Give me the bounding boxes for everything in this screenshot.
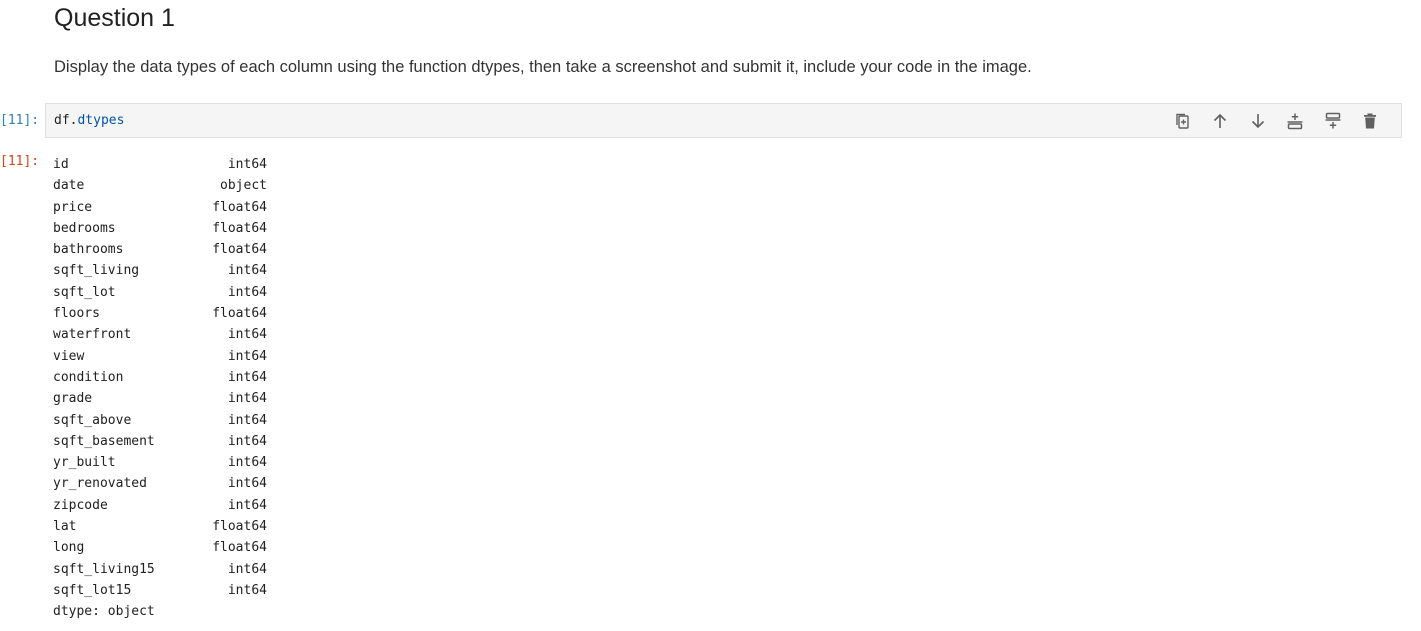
- code-cell-input[interactable]: df.dtypes: [45, 103, 1402, 138]
- column-dtype: int64: [227, 476, 267, 492]
- duplicate-icon: [1176, 113, 1189, 129]
- column-dtype: float64: [212, 519, 267, 535]
- output-row: bathrooms float64: [53, 239, 267, 260]
- column-name: sqft_living: [53, 263, 140, 279]
- insert-above-button[interactable]: [1277, 111, 1315, 131]
- column-dtype: int64: [227, 348, 267, 364]
- column-name: condition: [53, 369, 124, 385]
- output-row: yr_built int64: [53, 452, 267, 473]
- output-row: date object: [53, 175, 267, 196]
- column-name: date: [53, 178, 85, 194]
- output-row: sqft_basement int64: [53, 431, 267, 452]
- delete-cell-button[interactable]: [1352, 111, 1390, 131]
- column-dtype: int64: [227, 327, 267, 343]
- output-row: sqft_living int64: [53, 260, 267, 281]
- move-up-icon: [1214, 113, 1227, 128]
- output-footer: dtype: object: [53, 604, 155, 620]
- output-row: lat float64: [53, 516, 267, 537]
- output-row: grade int64: [53, 388, 267, 409]
- column-name: bathrooms: [53, 242, 124, 258]
- insert-below-button[interactable]: [1314, 111, 1352, 131]
- column-name: waterfront: [53, 327, 132, 343]
- code-attribute: dtypes: [77, 113, 125, 128]
- output-row: bedrooms float64: [53, 218, 267, 239]
- column-dtype: int64: [227, 391, 267, 407]
- code-editor[interactable]: df.dtypes: [54, 113, 124, 128]
- output-row: yr_renovated int64: [53, 473, 267, 494]
- input-prompt: [11]:: [0, 113, 40, 128]
- move-up-button[interactable]: [1202, 111, 1240, 131]
- column-name: zipcode: [53, 497, 108, 513]
- output-row: view int64: [53, 346, 267, 367]
- cell-output: id int64 date object price float64 bedrooms flo…: [53, 154, 267, 623]
- column-name: price: [53, 199, 93, 215]
- output-row: zipcode int64: [53, 495, 267, 516]
- question-text: Display the data types of each column us…: [54, 58, 1032, 76]
- column-dtype: float64: [212, 242, 267, 258]
- output-row: price float64: [53, 197, 267, 218]
- column-dtype: int64: [227, 284, 267, 300]
- column-dtype: float64: [212, 540, 267, 556]
- move-down-icon: [1251, 114, 1264, 129]
- move-down-button[interactable]: [1239, 111, 1277, 131]
- column-dtype: int64: [227, 455, 267, 471]
- column-dtype: int64: [227, 369, 267, 385]
- output-row: sqft_living15 int64: [53, 559, 267, 580]
- delete-icon: [1364, 113, 1377, 129]
- column-dtype: object: [220, 178, 267, 194]
- column-name: yr_renovated: [53, 476, 147, 492]
- duplicate-cell-button[interactable]: [1164, 111, 1202, 131]
- insert-below-icon: [1325, 112, 1341, 129]
- column-name: id: [53, 157, 69, 172]
- column-dtype: float64: [212, 306, 267, 322]
- column-name: lat: [53, 519, 77, 535]
- output-row: floors float64: [53, 303, 267, 324]
- output-row: id int64: [53, 154, 267, 175]
- column-dtype: int64: [227, 433, 267, 449]
- output-row: sqft_lot int64: [53, 282, 267, 303]
- column-name: sqft_lot: [53, 284, 116, 300]
- output-prompt: [11]:: [0, 154, 40, 169]
- output-row: condition int64: [53, 367, 267, 388]
- column-dtype: int64: [227, 412, 267, 428]
- output-row: waterfront int64: [53, 324, 267, 345]
- column-name: long: [53, 540, 85, 556]
- column-dtype: int64: [227, 561, 267, 577]
- column-dtype: float64: [212, 220, 267, 236]
- column-name: sqft_lot15: [53, 582, 132, 598]
- column-name: bedrooms: [53, 220, 116, 236]
- column-name: floors: [53, 306, 100, 322]
- output-row: long float64: [53, 537, 267, 558]
- column-name: grade: [53, 391, 93, 407]
- column-dtype: int64: [227, 157, 267, 172]
- column-dtype: float64: [212, 199, 267, 215]
- question-title: Question 1: [54, 4, 175, 32]
- code-object: df: [54, 113, 70, 128]
- cell-toolbar: [1164, 111, 1389, 131]
- column-name: sqft_basement: [53, 433, 155, 449]
- column-name: yr_built: [53, 455, 116, 471]
- column-name: sqft_living15: [53, 561, 155, 577]
- output-row: sqft_lot15 int64: [53, 580, 267, 601]
- column-name: sqft_above: [53, 412, 132, 428]
- output-row: sqft_above int64: [53, 410, 267, 431]
- column-name: view: [53, 348, 85, 364]
- column-dtype: int64: [227, 582, 267, 598]
- insert-above-icon: [1287, 113, 1303, 130]
- column-dtype: int64: [227, 263, 267, 279]
- column-dtype: int64: [227, 497, 267, 513]
